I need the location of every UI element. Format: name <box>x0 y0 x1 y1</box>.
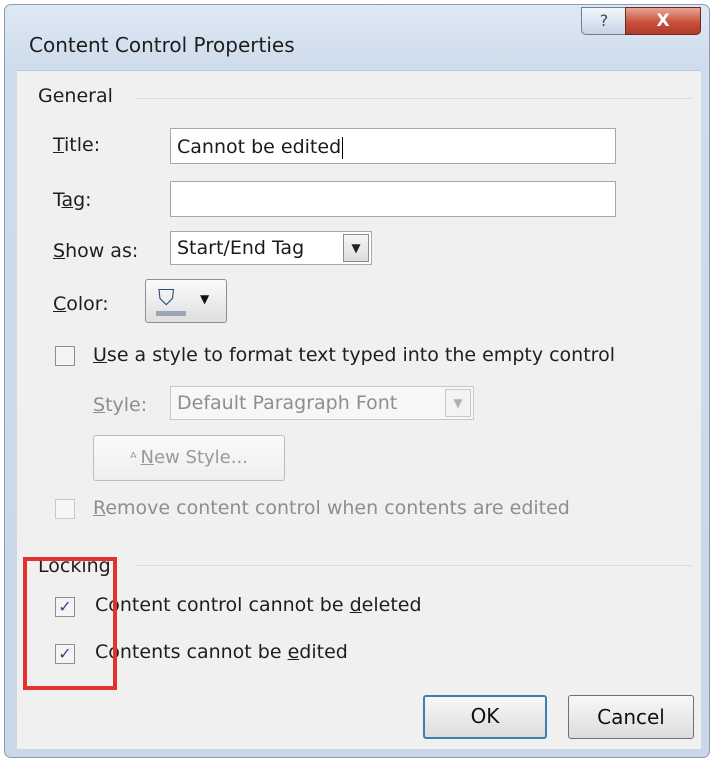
highlight-box <box>23 557 117 690</box>
cannot-edit-label[interactable]: Contents cannot be edited <box>95 641 348 663</box>
color-swatch <box>156 311 186 316</box>
show-as-dropdown[interactable]: Start/End Tag ▼ <box>170 231 372 265</box>
remove-control-checkbox[interactable] <box>55 499 75 519</box>
color-label: Color: <box>53 293 109 315</box>
cancel-button[interactable]: Cancel <box>568 695 694 739</box>
dialog-body: General Title: Cannot be edited Tag: Sho… <box>17 70 701 749</box>
new-style-button[interactable]: ᴬ New Style... <box>93 435 285 481</box>
dialog-title: Content Control Properties <box>29 33 295 57</box>
chevron-down-icon[interactable]: ▼ <box>343 234 369 262</box>
text-caret <box>342 136 344 159</box>
general-group-divider <box>137 98 692 99</box>
chevron-down-icon: ▼ <box>200 292 210 306</box>
general-group-heading: General <box>38 85 113 107</box>
title-label: Title: <box>53 134 101 156</box>
show-as-label: Show as: <box>53 240 139 262</box>
style-label: Style: <box>93 394 148 416</box>
use-style-checkbox[interactable] <box>55 346 75 366</box>
tag-input[interactable] <box>170 181 616 217</box>
help-icon[interactable]: ? <box>581 7 627 35</box>
cannot-delete-label[interactable]: Content control cannot be deleted <box>95 594 422 616</box>
new-style-icon: ᴬ <box>130 449 137 467</box>
color-picker-button[interactable]: ⛉ ▼ <box>145 279 227 323</box>
tag-label: Tag: <box>53 189 92 211</box>
style-dropdown[interactable]: Default Paragraph Font ▼ <box>170 386 474 420</box>
paint-bucket-icon: ⛉ <box>158 286 175 311</box>
ok-button[interactable]: OK <box>423 695 547 739</box>
close-icon[interactable]: X <box>625 7 701 35</box>
locking-group-divider <box>137 565 692 566</box>
remove-control-label[interactable]: Remove content control when contents are… <box>93 497 570 519</box>
chevron-down-icon[interactable]: ▼ <box>445 389 471 417</box>
use-style-label[interactable]: Use a style to format text typed into th… <box>93 344 615 366</box>
title-input[interactable]: Cannot be edited <box>170 128 616 164</box>
